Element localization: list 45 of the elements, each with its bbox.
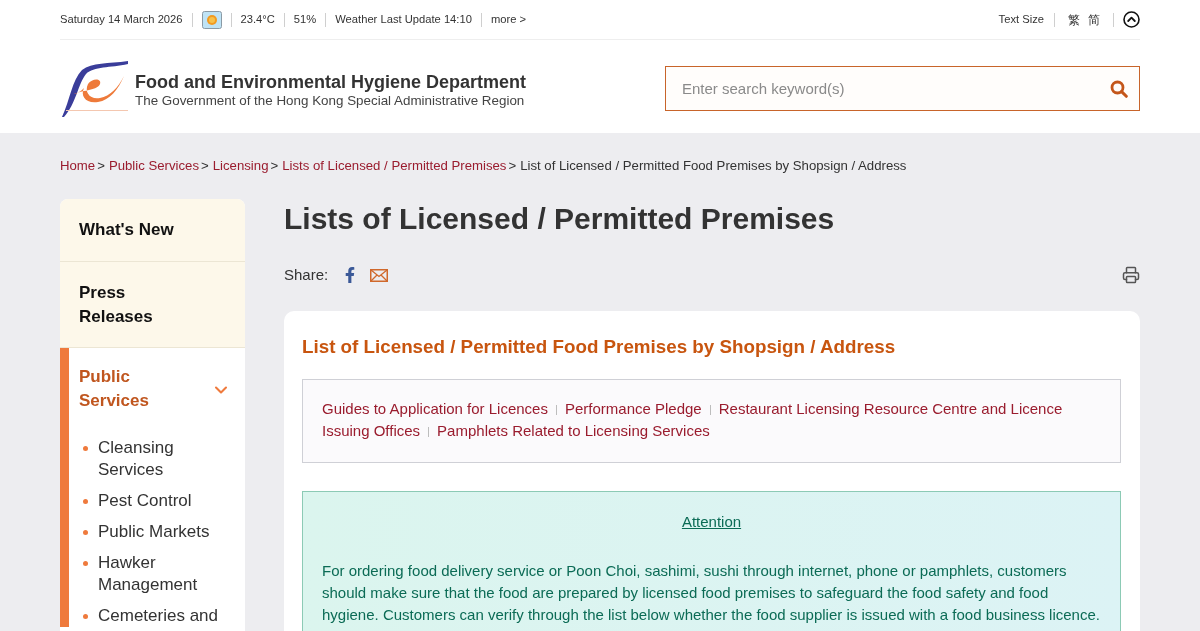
page-title: Lists of Licensed / Permitted Premises <box>284 201 836 237</box>
sidebar-item[interactable]: Press Releases <box>60 262 245 347</box>
bullet-icon <box>83 530 88 535</box>
share-label: Share: <box>284 264 329 285</box>
more-link[interactable]: more > <box>490 11 527 28</box>
bullet-icon <box>83 614 88 619</box>
print-icon[interactable] <box>1122 266 1140 284</box>
search-icon[interactable] <box>1110 80 1128 98</box>
date-text: Saturday 14 March 2026 <box>60 12 183 28</box>
breadcrumb-link[interactable]: Licensing <box>212 156 269 176</box>
breadcrumb-link[interactable]: Lists of Licensed / Permitted Premises <box>282 156 507 176</box>
scroll-up-icon[interactable] <box>1123 11 1140 28</box>
government-name: The Government of the Hong Kong Special Administrative Region <box>135 92 526 109</box>
sidebar-subitem[interactable]: Hawker Management <box>98 552 223 596</box>
humidity-text: 51% <box>293 12 317 28</box>
breadcrumb-link[interactable]: Home <box>60 156 96 176</box>
language-link[interactable]: 繁 <box>1068 10 1080 29</box>
text-size-button[interactable]: Text Size <box>998 11 1044 28</box>
logo-icon <box>60 59 130 118</box>
sidebar-item[interactable]: Public Services <box>69 348 245 423</box>
attention-text: For ordering food delivery service or Poon Choi, sashimi, sushi through internet, phone or pamphlets, customers should make sure that the food are prepared by licensed food premises to safeguard the food safety and food hygiene. Customers can verify through the list below whether the food supplier is issued with a food business licence. <box>322 561 1101 625</box>
weather-update-text: Weather Last Update 14:10 <box>335 12 472 28</box>
breadcrumb-link[interactable]: Public Services <box>108 156 200 176</box>
sun-weather-icon <box>201 10 222 29</box>
attention-heading: Attention <box>681 512 742 532</box>
breadcrumb-separator: > <box>270 157 279 175</box>
sidebar-item[interactable]: What's New <box>60 199 245 261</box>
temperature-text: 23.4°C <box>240 12 275 28</box>
department-name: Food and Environmental Hygiene Department <box>135 72 527 92</box>
content-title: List of Licensed / Permitted Food Premises by Shopsign / Address <box>302 335 897 359</box>
breadcrumb-separator: > <box>508 157 517 175</box>
breadcrumb-current: List of Licensed / Permitted Food Premises by Shopsign / Address <box>520 157 907 175</box>
related-links[interactable]: Guides to Application for Licences Performance Pledge Restaurant Licensing Resource Centre and Licence Issuing Offices Pamphlets Related to Licensing Services <box>322 398 1101 442</box>
mail-icon[interactable] <box>370 268 389 282</box>
sidebar-subitem[interactable]: Public Markets <box>98 521 223 543</box>
sidebar-subitem[interactable]: Cleansing Services <box>98 437 223 481</box>
bullet-icon <box>83 446 88 451</box>
search-field[interactable]: Enter search keyword(s) <box>665 66 1140 111</box>
sidebar-subitem[interactable]: Pest Control <box>98 490 223 512</box>
bullet-icon <box>83 499 88 504</box>
breadcrumb-separator: > <box>201 157 209 175</box>
language-link[interactable]: 简 <box>1088 10 1100 29</box>
bullet-icon <box>83 561 88 566</box>
sidebar-subitem[interactable]: Cemeteries and <box>98 605 223 627</box>
breadcrumb-separator: > <box>97 157 105 175</box>
